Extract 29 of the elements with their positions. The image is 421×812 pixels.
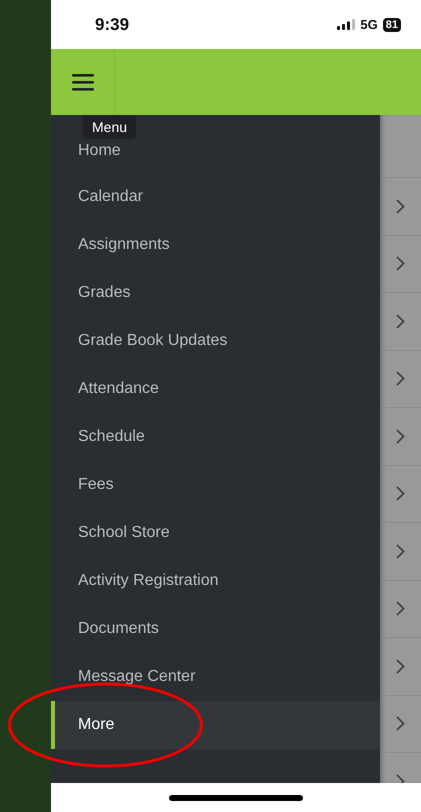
- menu-item[interactable]: Attendance: [51, 365, 380, 413]
- chevron-icon: [396, 256, 405, 272]
- menu-item[interactable]: More: [51, 701, 380, 749]
- menu-item[interactable]: Calendar: [51, 173, 380, 221]
- chevron-icon: [396, 716, 405, 732]
- menu-item[interactable]: Home: [51, 140, 380, 173]
- chevron-icon: [396, 371, 405, 386]
- chevron-icon: [396, 428, 405, 444]
- menu-item[interactable]: School Store: [51, 509, 380, 557]
- menu-item[interactable]: Grades: [51, 269, 380, 317]
- chevron-icon: [396, 486, 405, 502]
- menu-item[interactable]: Activity Registration: [51, 557, 380, 605]
- tooltip: Menu: [83, 115, 136, 139]
- battery-level: 81: [382, 18, 401, 32]
- network-label: 5G: [360, 17, 378, 32]
- menu-item[interactable]: Message Center: [51, 653, 380, 701]
- chevron-icon: [396, 314, 405, 329]
- clock-time: 9:39: [95, 14, 130, 34]
- chevron-icon: [396, 601, 405, 616]
- menu-item[interactable]: Assignments: [51, 221, 380, 269]
- menu-item[interactable]: Documents: [51, 605, 380, 653]
- chevron-icon: [396, 658, 405, 674]
- chevron-icon: [396, 544, 405, 559]
- menu-item[interactable]: Fees: [51, 461, 380, 509]
- menu-item[interactable]: Schedule: [51, 413, 380, 461]
- chevron-icon: [396, 198, 405, 214]
- signal-icon: [337, 19, 356, 30]
- menu-item[interactable]: Grade Book Updates: [51, 317, 380, 365]
- menu-icon: [72, 74, 94, 90]
